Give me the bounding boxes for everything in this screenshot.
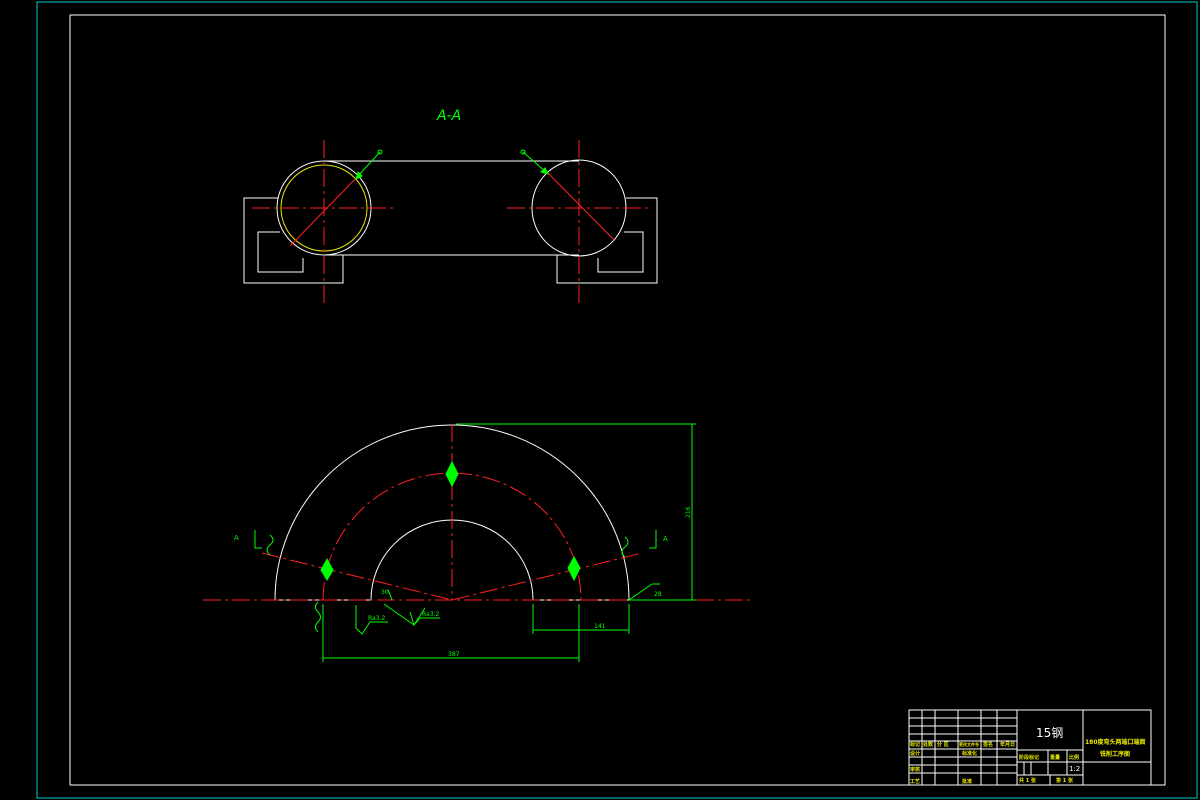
cad-drawing-canvas: A-A A A 216 387 141 28 30 Ra3.2 Ra3.2 15… bbox=[36, 1, 1198, 799]
elbow-inner-arc bbox=[370, 519, 534, 601]
right-diagonal bbox=[546, 171, 615, 241]
tb-header-date: 年月日 bbox=[1000, 741, 1015, 748]
right-leader bbox=[522, 151, 547, 173]
tb-header-zone: 分 区 bbox=[937, 741, 949, 748]
tb-approve: 批准 bbox=[962, 778, 972, 785]
tb-header-sign: 签名 bbox=[982, 741, 993, 748]
tb-role-design: 设计 bbox=[910, 750, 920, 757]
tb-scale-value: 1:2 bbox=[1069, 765, 1080, 773]
elbow-front-view: A A 216 387 141 28 30 Ra3.2 Ra3.2 bbox=[203, 423, 754, 662]
left-clamp-inner bbox=[257, 231, 304, 273]
tb-header-change: 更改文件号 bbox=[959, 741, 979, 747]
left-leader bbox=[357, 151, 381, 177]
tb-sheet-current: 第 1 张 bbox=[1056, 777, 1074, 784]
tb-header-count: 处数 bbox=[922, 741, 934, 748]
chamfer-leader bbox=[628, 583, 653, 601]
sheet-outer-border bbox=[36, 1, 1198, 799]
tb-stage-label: 阶段标记 bbox=[1019, 754, 1039, 761]
cut-mark-left-symbol bbox=[254, 530, 262, 549]
cut-mark-right-symbol bbox=[649, 530, 657, 549]
left-clamp-outer bbox=[243, 197, 344, 284]
right-clamp-outer bbox=[556, 197, 658, 284]
break-mark-left bbox=[266, 534, 274, 556]
cut-plane-left bbox=[261, 552, 453, 601]
tb-header-mark: 标记 bbox=[909, 741, 920, 748]
dim-span-value: 387 bbox=[448, 651, 460, 658]
left-diagonal bbox=[289, 171, 363, 247]
dim-width-value: 141 bbox=[594, 623, 606, 630]
tb-drawing-name-1: 180度弯头两端口端面 bbox=[1085, 738, 1146, 746]
title-block: 15钢 180度弯头两端口端面 铣削工序图 标记 处数 分 区 更改文件号 签名… bbox=[908, 709, 1152, 786]
tb-standardize: 标准化 bbox=[961, 750, 977, 757]
section-view-a-a: A-A bbox=[243, 108, 658, 304]
tb-material: 15钢 bbox=[1036, 726, 1063, 740]
marker-left bbox=[320, 557, 334, 581]
ra-left-label: Ra3.2 bbox=[368, 615, 385, 622]
chamfer-value: 28 bbox=[654, 591, 662, 598]
right-clamp-inner bbox=[597, 231, 644, 273]
section-view-label: A-A bbox=[436, 108, 461, 124]
cut-mark-right-label: A bbox=[663, 535, 668, 543]
tb-scale-label: 比例 bbox=[1069, 754, 1079, 761]
tb-sheets-total: 共 1 张 bbox=[1019, 777, 1037, 784]
cut-mark-left-label: A bbox=[234, 534, 239, 542]
tb-drawing-name-2: 铣削工序图 bbox=[1100, 750, 1130, 758]
ra-middle-label: Ra3.2 bbox=[422, 611, 439, 618]
marker-top bbox=[445, 460, 459, 488]
tb-role-review: 审核 bbox=[910, 766, 920, 773]
tb-weight-label: 重量 bbox=[1050, 754, 1060, 761]
cut-plane-right bbox=[451, 552, 643, 601]
left-break-symbol bbox=[315, 601, 321, 633]
break-mark-right bbox=[621, 536, 629, 558]
angle-value: 30 bbox=[381, 589, 389, 596]
marker-right bbox=[567, 555, 581, 582]
dim-height-value: 216 bbox=[685, 506, 692, 518]
tb-role-process: 工艺 bbox=[910, 778, 920, 785]
drawing-frame bbox=[69, 14, 1166, 786]
